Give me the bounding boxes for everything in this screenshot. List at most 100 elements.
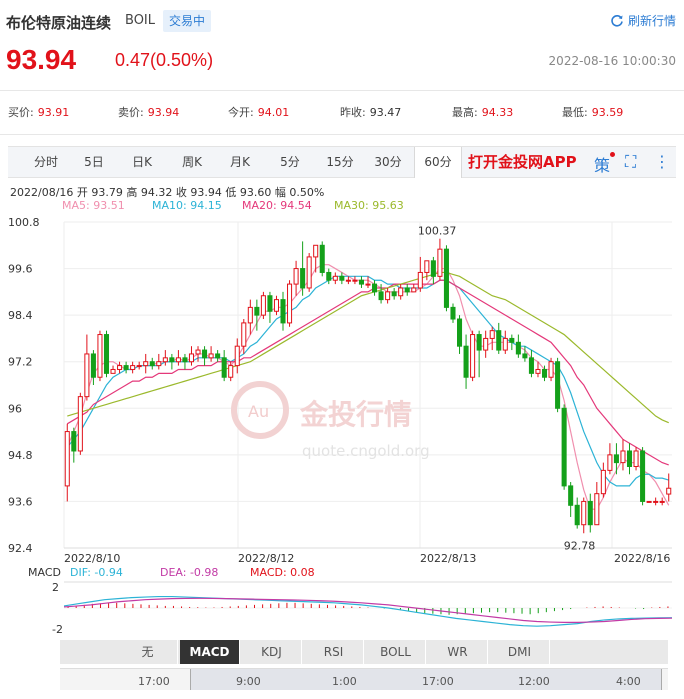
candle (470, 330, 476, 382)
high-quote: 最高: 94.33 (452, 104, 513, 120)
indicator-tab-kdj[interactable]: KDJ (242, 640, 302, 664)
candle (280, 291, 286, 331)
candle (613, 443, 619, 475)
last-price: 93.94 (6, 44, 77, 75)
notification-dot (610, 152, 615, 157)
candle-body (143, 361, 149, 367)
candle (136, 361, 142, 370)
candle (188, 346, 195, 366)
candle (123, 361, 129, 374)
candle (64, 423, 70, 502)
more-icon[interactable]: ⋮ (654, 152, 670, 171)
candle (515, 334, 521, 358)
header: 布伦特原油连续 BOIL 交易中 刷新行情 (0, 0, 684, 42)
candle-body (358, 279, 364, 285)
candle-body (202, 349, 208, 359)
candle-body (476, 334, 482, 351)
candle-body (659, 500, 665, 503)
indicator-tab-none[interactable]: 无 (118, 640, 178, 664)
candle-body (234, 345, 240, 367)
fullscreen-icon[interactable]: ⛶ (625, 152, 636, 172)
candle (130, 361, 136, 374)
candle (568, 482, 574, 517)
ma5-line (66, 264, 670, 510)
indicator-tab-wr[interactable]: WR (428, 640, 488, 664)
tab-60min[interactable]: 60分 (414, 147, 462, 178)
candle (522, 346, 528, 362)
candle-body (561, 407, 567, 487)
candle-body (463, 345, 469, 378)
macd-chart[interactable]: 2 -2 (0, 578, 684, 638)
kline-chart[interactable]: Au 金投行情 quote.cngold.org 100.8 99.6 98.4 97… (0, 210, 684, 566)
candle-body (646, 500, 652, 503)
candle-body (372, 283, 378, 293)
navigator-time-label: 17:00 (138, 675, 170, 688)
candle-body (241, 322, 247, 347)
high-annotation: 100.37 (418, 225, 457, 238)
candle (496, 322, 502, 354)
strategy-icon[interactable]: 策 (594, 152, 610, 176)
tab-intraday[interactable]: 分时 (24, 147, 68, 177)
tab-daily[interactable]: 日K (120, 147, 164, 177)
open-app-link[interactable]: 打开金投网APP (468, 151, 577, 172)
candle-body (71, 431, 77, 452)
candle (443, 245, 449, 312)
period-tabs: 分时 5日 日K 周K 月K 5分 15分 30分 60分 打开金投网APP 策… (8, 146, 676, 178)
candle-body (280, 299, 286, 324)
candle (175, 350, 181, 366)
low-label: 最低: (562, 106, 588, 119)
candle (594, 482, 600, 526)
candle-body (626, 450, 633, 468)
candle-body (313, 244, 319, 258)
open-label: 今开: (228, 106, 254, 119)
candle-body (306, 256, 312, 289)
candle (607, 443, 613, 475)
candle (561, 404, 567, 490)
candle (411, 284, 417, 293)
candle-body (450, 306, 456, 320)
candle-body (149, 361, 155, 367)
candle (260, 291, 266, 320)
tab-weekly[interactable]: 周K (170, 147, 214, 177)
candle-body (326, 271, 332, 281)
timeline-navigator[interactable]: 17:00 9:00 1:00 17:00 12:00 4:00 (60, 668, 668, 690)
candle-body (117, 365, 123, 370)
indicator-tab-macd[interactable]: MACD (180, 640, 240, 664)
candle-body (404, 287, 410, 293)
ask-quote: 卖价: 93.94 (118, 104, 179, 120)
tab-30min[interactable]: 30分 (366, 147, 410, 177)
candle (509, 334, 515, 351)
refresh-label: 刷新行情 (627, 14, 676, 28)
candle (633, 447, 639, 471)
indicator-tab-dmi[interactable]: DMI (490, 640, 550, 664)
candle (352, 276, 358, 285)
candle-body (215, 353, 221, 359)
candle-body (574, 504, 580, 526)
tab-monthly[interactable]: 月K (218, 147, 262, 177)
candle-body (182, 357, 188, 363)
candle (463, 334, 469, 389)
candle (208, 346, 214, 362)
indicator-tab-rsi[interactable]: RSI (304, 640, 364, 664)
tab-15min[interactable]: 15分 (318, 147, 362, 177)
candle-body (581, 500, 587, 526)
candle-body (489, 330, 495, 339)
price-change: 0.47(0.50%) (115, 50, 214, 70)
candle (581, 497, 587, 534)
indicator-tab-boll[interactable]: BOLL (366, 640, 426, 664)
y-tick-label: 99.6 (8, 263, 33, 276)
y-tick-label: 97.2 (8, 356, 33, 369)
refresh-button[interactable]: 刷新行情 (610, 12, 676, 29)
navigator-time-label: 12:00 (518, 675, 550, 688)
candle-body (260, 295, 266, 316)
candle (476, 330, 482, 378)
tab-5day[interactable]: 5日 (72, 147, 116, 177)
candle (437, 238, 443, 281)
tab-5min[interactable]: 5分 (268, 147, 312, 177)
watermark-url: quote.cngold.org (302, 442, 430, 460)
candle-body (293, 268, 299, 285)
instrument-title: 布伦特原油连续 (6, 14, 112, 32)
macd-y-tick-label: -2 (52, 623, 63, 636)
candle-body (365, 283, 371, 286)
candle (319, 241, 325, 277)
